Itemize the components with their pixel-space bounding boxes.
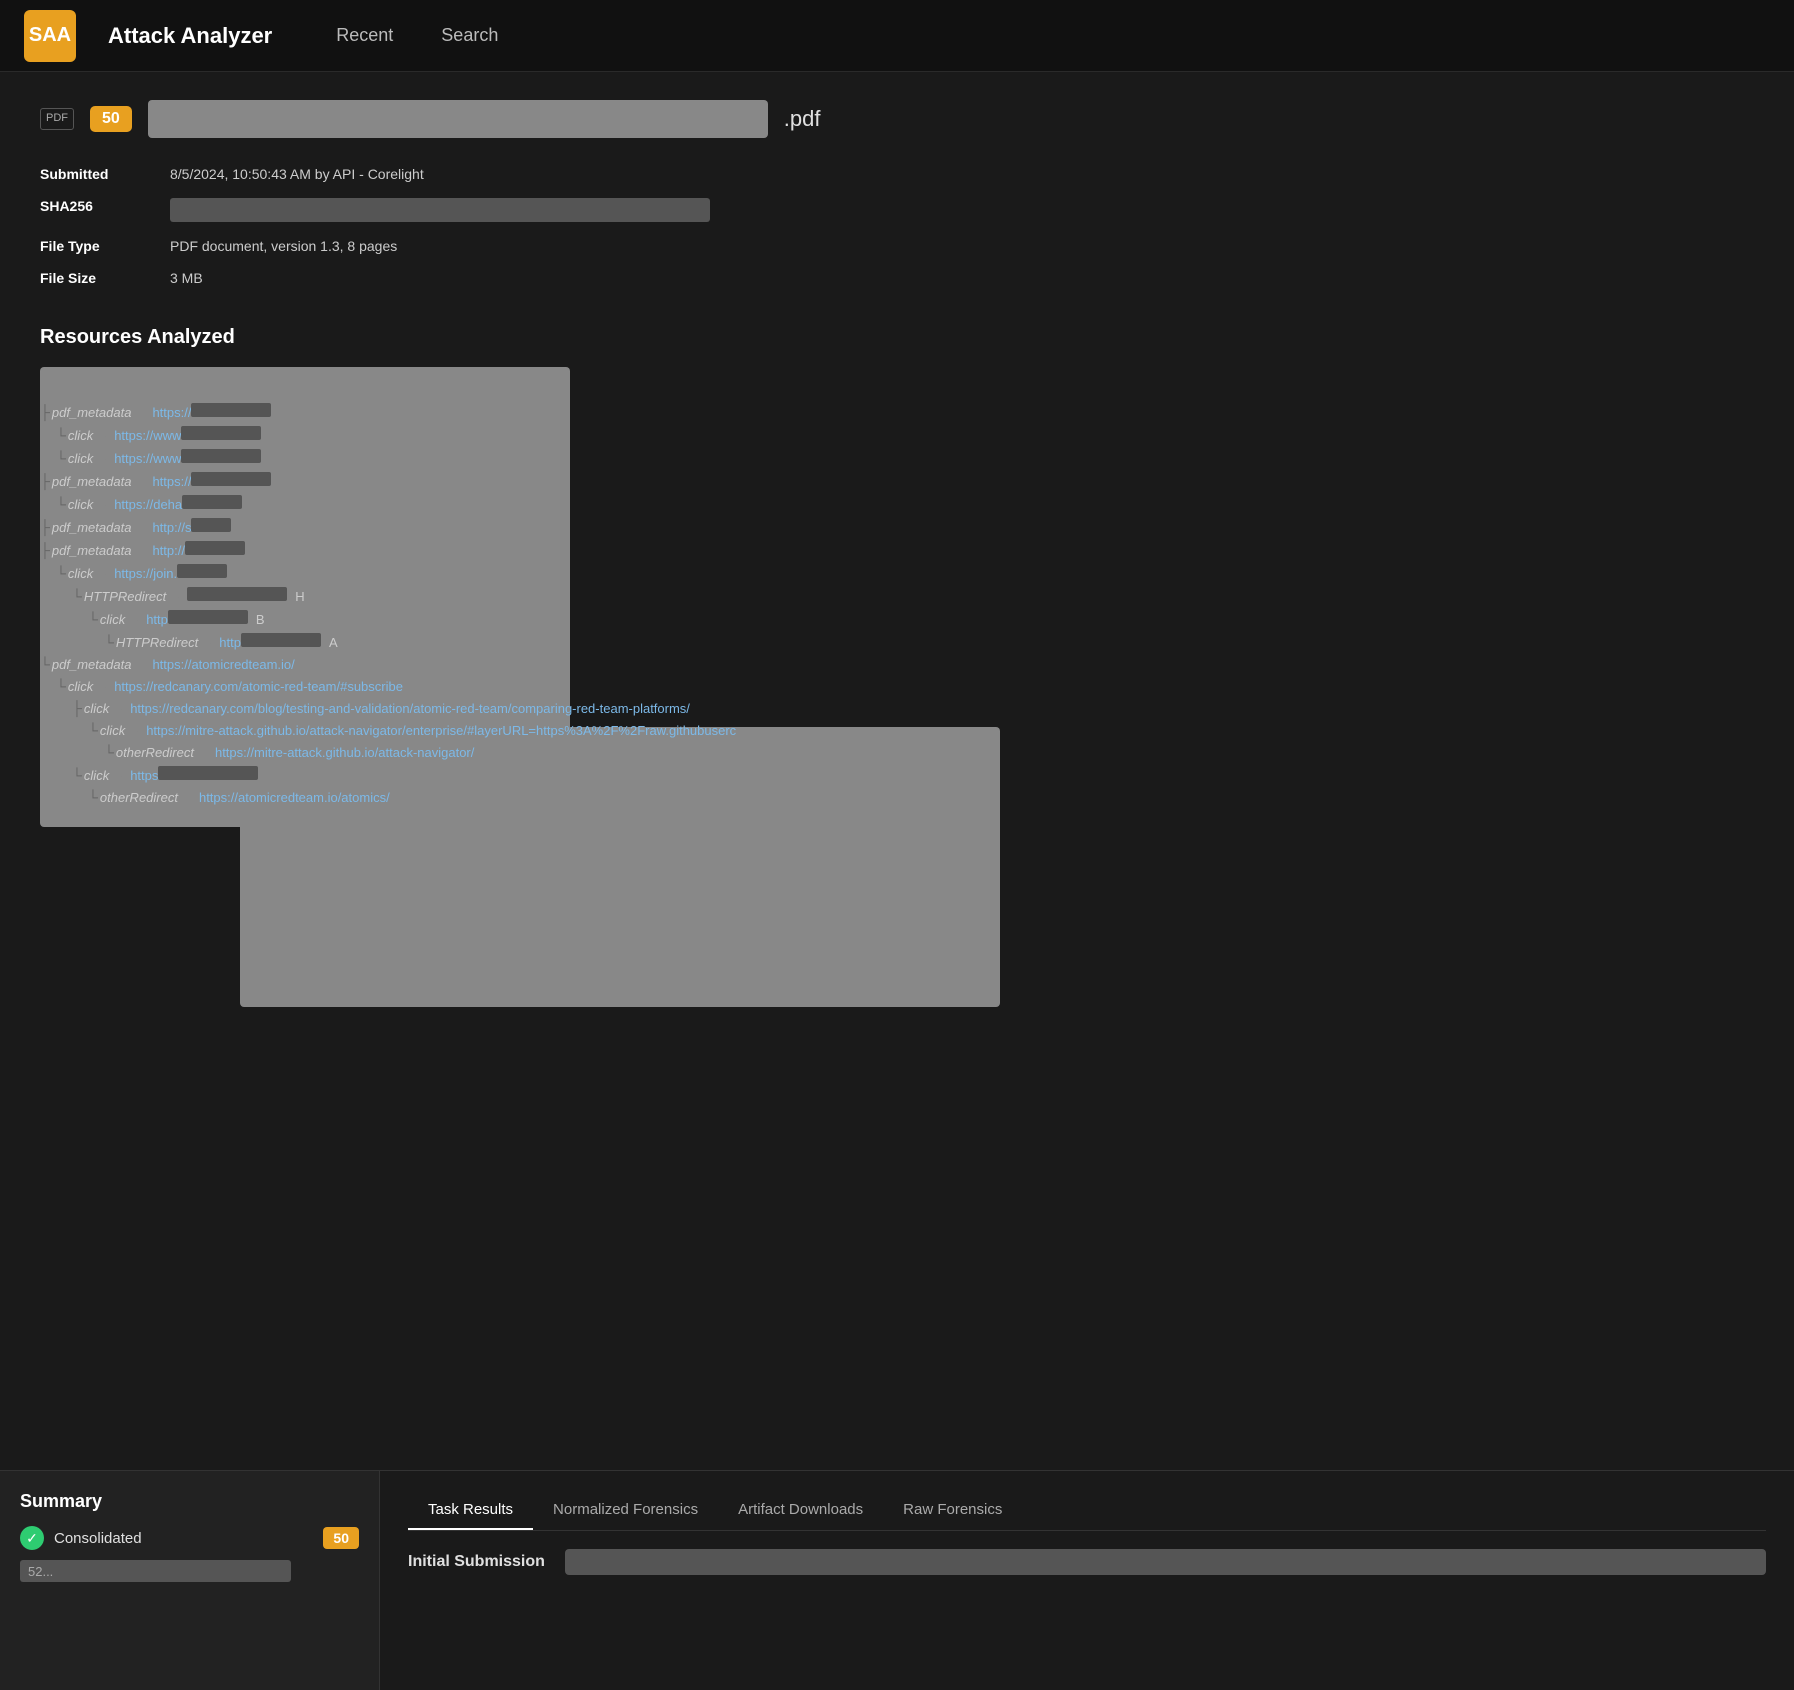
nav-search[interactable]: Search <box>433 21 506 50</box>
tree-item-4: ├ pdf_metadata → https:// <box>40 472 1754 489</box>
summary-sub-text: 52... <box>20 1560 61 1583</box>
summary-sub-bar: 52... <box>20 1560 291 1582</box>
redacted-url-9 <box>187 587 287 601</box>
file-name-redacted <box>148 100 768 138</box>
initial-submission-label: Initial Submission <box>408 1553 545 1571</box>
sha-label: SHA256 <box>40 190 170 230</box>
redacted-url-5 <box>182 495 242 509</box>
filesize-label: File Size <box>40 262 170 294</box>
tab-normalized-forensics[interactable]: Normalized Forensics <box>533 1491 718 1530</box>
resources-tree: ! PDF ├ pdf_metadata → https:// └ click … <box>40 367 1754 805</box>
tree-item-13: └ click → https://redcanary.com/atomic-r… <box>40 678 1754 694</box>
redacted-url-4 <box>191 472 271 486</box>
tree-item-8: └ click → https://join. <box>40 564 1754 581</box>
filesize-value: 3 MB <box>170 262 1754 294</box>
tree-item-15: └ click → https://mitre-attack.github.io… <box>40 722 1754 738</box>
tree-item-11: └ HTTPRedirect → http A <box>40 633 1754 650</box>
file-type-icon: PDF <box>40 108 74 129</box>
nav-recent[interactable]: Recent <box>328 21 401 50</box>
tree-item-1: ├ pdf_metadata → https:// <box>40 403 1754 420</box>
tabs-row: Task Results Normalized Forensics Artifa… <box>408 1491 1766 1531</box>
main-content: PDF 50 .pdf Submitted 8/5/2024, 10:50:43… <box>0 72 1794 1073</box>
redacted-url-17 <box>158 766 258 780</box>
consolidated-score: 50 <box>323 1527 359 1549</box>
tree-item-16: └ otherRedirect → https://mitre-attack.g… <box>40 744 1754 760</box>
tree-item-12: └ pdf_metadata → https://atomicredteam.i… <box>40 656 1754 672</box>
app-logo: SAA <box>24 10 76 62</box>
tree-item-2: └ click → https://www <box>40 426 1754 443</box>
tree-item-3: └ click → https://www <box>40 449 1754 466</box>
tree-item-18: └ otherRedirect → https://atomicredteam.… <box>40 789 1754 805</box>
initial-submission-row: Initial Submission <box>408 1549 1766 1575</box>
app-title: Attack Analyzer <box>108 23 272 49</box>
file-header: PDF 50 .pdf <box>40 100 1754 138</box>
file-extension: .pdf <box>784 106 821 132</box>
filetype-value: PDF document, version 1.3, 8 pages <box>170 230 1754 262</box>
summary-panel: Summary ✓ Consolidated 50 52... <box>0 1471 380 1690</box>
filetype-label: File Type <box>40 230 170 262</box>
results-panel: Task Results Normalized Forensics Artifa… <box>380 1471 1794 1690</box>
tree-item-17: └ click → https <box>40 766 1754 783</box>
redacted-url-10 <box>168 610 248 624</box>
tab-raw-forensics[interactable]: Raw Forensics <box>883 1491 1022 1530</box>
sha-redacted <box>170 198 710 222</box>
tree-item-10: └ click → http B <box>40 610 1754 627</box>
redacted-url-2 <box>181 426 261 440</box>
score-badge: 50 <box>90 106 132 132</box>
consolidated-label: Consolidated <box>54 1530 313 1547</box>
tree-item-7: ├ pdf_metadata → http:// <box>40 541 1754 558</box>
tree-item-14: ├ click → https://redcanary.com/blog/tes… <box>40 700 1754 716</box>
check-icon: ✓ <box>20 1526 44 1550</box>
redacted-url-11 <box>241 633 321 647</box>
sha-value <box>170 190 1754 230</box>
redacted-url-3 <box>181 449 261 463</box>
tree-body: ├ pdf_metadata → https:// └ click → http… <box>40 403 1754 805</box>
app-header: SAA Attack Analyzer Recent Search <box>0 0 1794 72</box>
initial-submission-bar <box>565 1549 1766 1575</box>
redacted-url-6 <box>191 518 231 532</box>
tab-artifact-downloads[interactable]: Artifact Downloads <box>718 1491 883 1530</box>
redacted-url-7 <box>185 541 245 555</box>
tree-item-6: ├ pdf_metadata → http://s <box>40 518 1754 535</box>
summary-title: Summary <box>20 1491 359 1512</box>
bottom-panel: Summary ✓ Consolidated 50 52... Task Res… <box>0 1470 1794 1690</box>
tab-task-results[interactable]: Task Results <box>408 1491 533 1530</box>
tree-item-5: └ click → https://deha <box>40 495 1754 512</box>
tree-item-9: └ HTTPRedirect → H <box>40 587 1754 604</box>
file-meta-table: Submitted 8/5/2024, 10:50:43 AM by API -… <box>40 158 1754 294</box>
submitted-value: 8/5/2024, 10:50:43 AM by API - Corelight <box>170 158 1754 190</box>
redacted-url-1 <box>191 403 271 417</box>
consolidated-row: ✓ Consolidated 50 <box>20 1526 359 1550</box>
resources-title: Resources Analyzed <box>40 326 1754 349</box>
submitted-label: Submitted <box>40 158 170 190</box>
file-icon-wrapper: PDF <box>40 108 74 129</box>
redacted-url-8 <box>177 564 227 578</box>
